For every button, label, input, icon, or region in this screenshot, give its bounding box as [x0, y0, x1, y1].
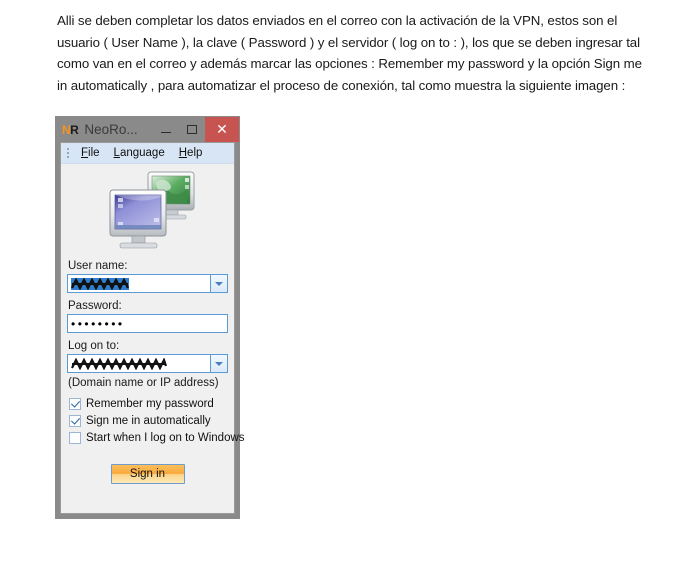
logon-to-combobox[interactable] [67, 354, 228, 373]
checkbox-start-with-windows[interactable]: Start when I log on to Windows [69, 430, 245, 446]
password-label: Password: [68, 300, 122, 312]
window-titlebar[interactable]: NR NeoRo... ✕ [56, 117, 239, 142]
login-form: User name: Password: •••••••• Log on to:… [61, 260, 245, 484]
checkbox-start-with-windows-label: Start when I log on to Windows [86, 432, 245, 444]
window-client-area: File Language Help User name: Password: … [60, 142, 245, 514]
checkbox-remember-password-box[interactable] [69, 398, 81, 410]
menu-file-label: ile [88, 147, 100, 159]
two-monitors-remote-desktop-icon [109, 171, 194, 249]
redaction-scribble-icon [71, 277, 129, 290]
menu-language-label: anguage [119, 147, 165, 159]
chevron-down-icon [215, 361, 223, 366]
chevron-down-icon [215, 281, 223, 286]
maximize-icon [187, 125, 197, 134]
checkbox-sign-me-in-automatically-label: Sign me in automatically [86, 415, 211, 427]
close-button[interactable]: ✕ [205, 117, 239, 142]
maximize-button[interactable] [179, 117, 205, 142]
menubar: File Language Help [61, 143, 234, 164]
checkbox-remember-password-label: Remember my password [86, 398, 214, 410]
minimize-icon [161, 132, 171, 133]
menu-item-help[interactable]: Help [172, 145, 210, 161]
app-logo-letter-n: N [62, 122, 71, 137]
menu-file-accel: F [81, 147, 89, 159]
neorouter-login-window: NR NeoRo... ✕ File Language Help User na… [55, 116, 245, 519]
logon-to-label: Log on to: [68, 340, 120, 352]
checkbox-sign-me-in-automatically-box[interactable] [69, 415, 81, 427]
redaction-scribble-icon [71, 357, 167, 370]
menu-help-accel: H [178, 147, 188, 159]
minimize-button[interactable] [153, 117, 179, 142]
password-field-row[interactable]: •••••••• [67, 314, 228, 333]
menu-item-language[interactable]: Language [107, 145, 172, 161]
signin-button-row: Sign in [67, 464, 228, 484]
close-icon: ✕ [216, 121, 228, 137]
menu-item-file[interactable]: File [74, 145, 107, 161]
username-combobox[interactable] [67, 274, 228, 293]
checkbox-start-with-windows-box[interactable] [69, 432, 81, 444]
hero-icon-area [61, 164, 234, 260]
logon-to-dropdown-button[interactable] [211, 354, 228, 373]
sign-in-button[interactable]: Sign in [110, 464, 185, 484]
menu-grip-icon[interactable] [64, 146, 72, 160]
logon-to-hint: (Domain name or IP address) [68, 377, 219, 389]
window-title: NeoRo... [84, 122, 138, 137]
username-dropdown-button[interactable] [211, 274, 228, 293]
app-logo-icon: NR [62, 122, 79, 137]
options-group: Remember my password Sign me in automati… [69, 396, 245, 446]
logon-to-redacted-value [71, 357, 167, 370]
password-input[interactable]: •••••••• [67, 314, 228, 333]
checkbox-sign-me-in-automatically[interactable]: Sign me in automatically [69, 413, 228, 429]
app-logo-letter-r: R [70, 122, 79, 137]
menu-help-label: elp [187, 147, 203, 159]
checkbox-remember-password[interactable]: Remember my password [69, 396, 228, 412]
username-input[interactable] [67, 274, 211, 293]
window-controls: ✕ [153, 117, 239, 142]
username-redacted-value [71, 277, 129, 290]
logon-to-input[interactable] [67, 354, 211, 373]
username-label: User name: [68, 260, 128, 272]
instruction-paragraph: Alli se deben completar los datos enviad… [57, 13, 642, 93]
password-masked-value: •••••••• [71, 316, 125, 331]
